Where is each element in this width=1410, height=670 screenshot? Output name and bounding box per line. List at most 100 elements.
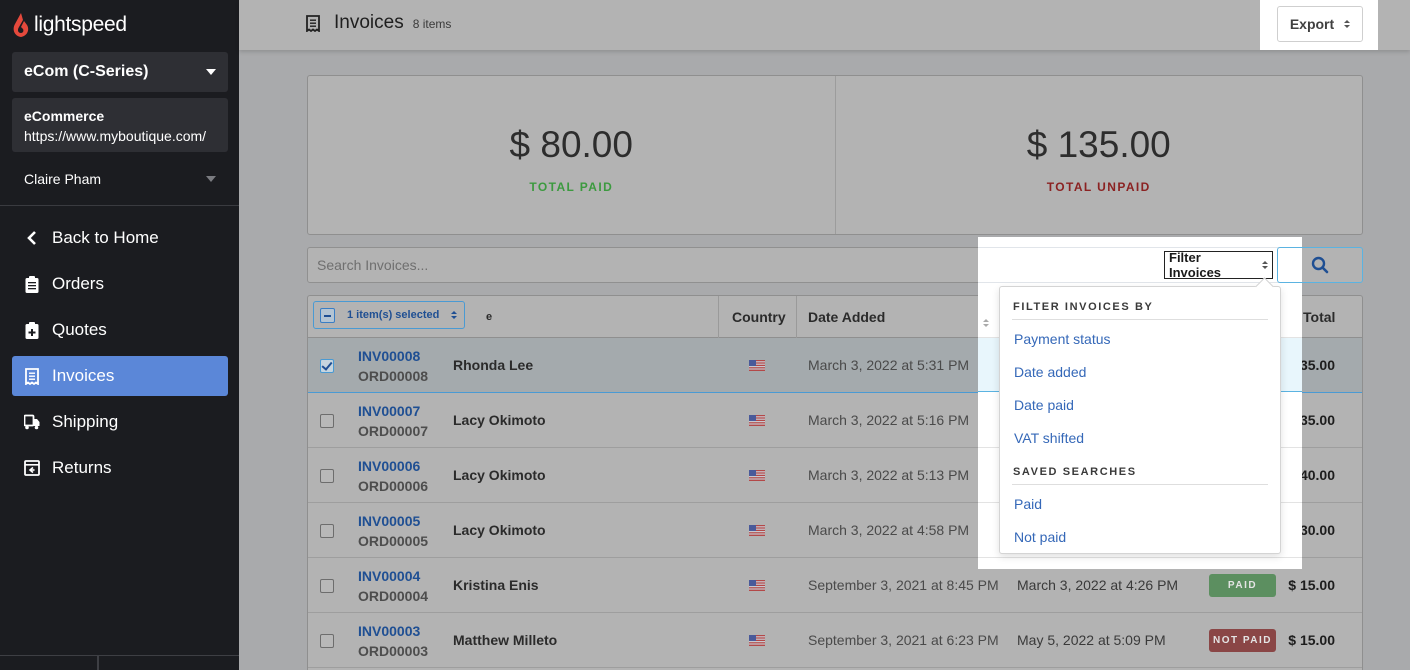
invoice-link[interactable]: INV00005 [358,513,420,529]
store-card[interactable]: eCommerce https://www.myboutique.com/ [12,98,228,152]
page-title-group: Invoices 8 items [306,12,451,34]
total-paid-amount: $ 80.00 [509,124,633,165]
order-id: ORD00003 [358,643,429,659]
filter-dropdown-menu: FILTER INVOICES BY Payment status Date a… [999,286,1281,554]
sidebar-divider [0,205,239,206]
store-select-label: eCom (C-Series) [24,63,149,80]
search-icon [1311,256,1329,274]
sort-arrows-icon [1262,261,1268,269]
invoice-link[interactable]: INV00006 [358,458,420,474]
filter-option-vat-shifted[interactable]: VAT shifted [1012,421,1268,454]
saved-search-not-paid[interactable]: Not paid [1012,520,1268,553]
order-id: ORD00008 [358,368,429,384]
store-url: https://www.myboutique.com/ [24,128,207,144]
sidebar-item-label: Quotes [52,320,107,339]
row-checkbox[interactable] [320,414,334,428]
date-added: March 3, 2022 at 4:58 PM [808,522,970,538]
sidebar-item-shipping[interactable]: Shipping [12,402,228,442]
search-placeholder: Search Invoices... [317,257,429,273]
column-header-country[interactable]: Country [732,296,786,338]
chevron-left-icon [24,229,40,247]
export-button[interactable]: Export [1277,6,1363,42]
column-header-date-added[interactable]: Date Added [808,296,885,338]
invoice-link[interactable]: INV00007 [358,403,420,419]
column-divider [796,296,797,338]
page-title: Invoices [334,12,404,33]
sidebar: lightspeed eCom (C-Series) eCommerce htt… [0,0,239,670]
sort-arrows-icon[interactable] [983,319,989,327]
row-checkbox[interactable] [320,579,334,593]
sort-arrows-icon [451,311,458,319]
sidebar-item-label: Orders [52,274,104,293]
invoice-link[interactable]: INV00004 [358,568,420,584]
payment-status-badge: NOT PAID [1209,629,1276,652]
caret-down-icon [206,69,216,75]
filter-option-payment-status[interactable]: Payment status [1012,322,1268,355]
row-checkbox[interactable] [320,634,334,648]
user-name: Claire Pham [24,171,102,187]
page-header: Invoices 8 items [239,0,1410,50]
search-button[interactable] [1277,247,1363,283]
sidebar-nav: Back to Home Orders Quotes Invoices Ship… [12,218,228,494]
sidebar-footer-divider [97,656,99,670]
total-unpaid-amount: $ 135.00 [1026,124,1171,165]
us-flag-icon [749,415,765,426]
export-label: Export [1289,16,1335,32]
user-menu[interactable]: Claire Pham [12,166,228,192]
sidebar-item-quotes[interactable]: Quotes [12,310,228,350]
saved-search-paid[interactable]: Paid [1012,487,1268,520]
date-added: September 3, 2021 at 8:45 PM [808,577,999,593]
customer-name: Lacy Okimoto [453,467,546,483]
order-id: ORD00006 [358,478,429,494]
return-box-icon [24,459,40,477]
row-checkbox[interactable] [320,359,334,373]
invoice-total: $ 15.00 [1288,577,1335,593]
row-checkbox[interactable] [320,469,334,483]
clipboard-icon [24,275,40,293]
store-name: eCommerce [24,108,105,124]
filter-invoices-label: Filter Invoices [1169,250,1222,280]
caret-down-icon [206,176,216,182]
us-flag-icon [749,525,765,536]
sidebar-item-invoices[interactable]: Invoices [12,356,228,396]
deselect-checkbox[interactable] [320,307,335,323]
bulk-select-dropdown[interactable]: 1 item(s) selected [313,301,465,329]
lightspeed-logo[interactable]: lightspeed [12,12,127,38]
us-flag-icon [749,360,765,371]
date-paid: May 5, 2022 at 5:09 PM [1017,632,1166,648]
date-added: September 3, 2021 at 6:23 PM [808,632,999,648]
sidebar-item-back-to-home[interactable]: Back to Home [12,218,228,258]
search-input[interactable]: Search Invoices... [307,247,987,283]
customer-name: Lacy Okimoto [453,522,546,538]
customer-name: Kristina Enis [453,577,539,593]
receipt-icon [306,14,320,32]
filter-option-date-paid[interactable]: Date paid [1012,388,1268,421]
sidebar-item-label: Back to Home [52,228,159,247]
us-flag-icon [749,470,765,481]
bulk-select-label: 1 item(s) selected [347,309,440,321]
saved-searches-heading: SAVED SEARCHES [1012,454,1268,485]
payment-status-badge: PAID [1209,574,1276,597]
sidebar-item-returns[interactable]: Returns [12,448,228,488]
row-divider [978,557,1302,558]
total-paid-card: $ 80.00 TOTAL PAID [308,76,835,234]
date-added: March 3, 2022 at 5:31 PM [808,357,970,373]
total-unpaid-card: $ 135.00 TOTAL UNPAID [834,76,1363,234]
date-added: March 3, 2022 at 5:13 PM [808,467,970,483]
filter-option-date-added[interactable]: Date added [1012,355,1268,388]
filter-invoices-select[interactable]: Filter Invoices [1164,250,1273,280]
invoice-link[interactable]: INV00003 [358,623,420,639]
sort-arrows-icon [1344,20,1351,28]
row-checkbox[interactable] [320,524,334,538]
store-select[interactable]: eCom (C-Series) [12,52,228,92]
sidebar-footer [0,655,239,670]
sidebar-item-orders[interactable]: Orders [12,264,228,304]
customer-name: Matthew Milleto [453,632,558,648]
total-paid-label: TOTAL PAID [529,180,614,194]
customer-name: Rhonda Lee [453,357,534,373]
table-row[interactable]: INV00003 ORD00003 Matthew Milleto September… [308,613,1362,668]
invoice-total: $ 15.00 [1288,632,1335,648]
invoice-link[interactable]: INV00008 [358,348,420,364]
column-header-total[interactable]: Total [1303,296,1335,338]
receipt-icon [24,367,40,385]
